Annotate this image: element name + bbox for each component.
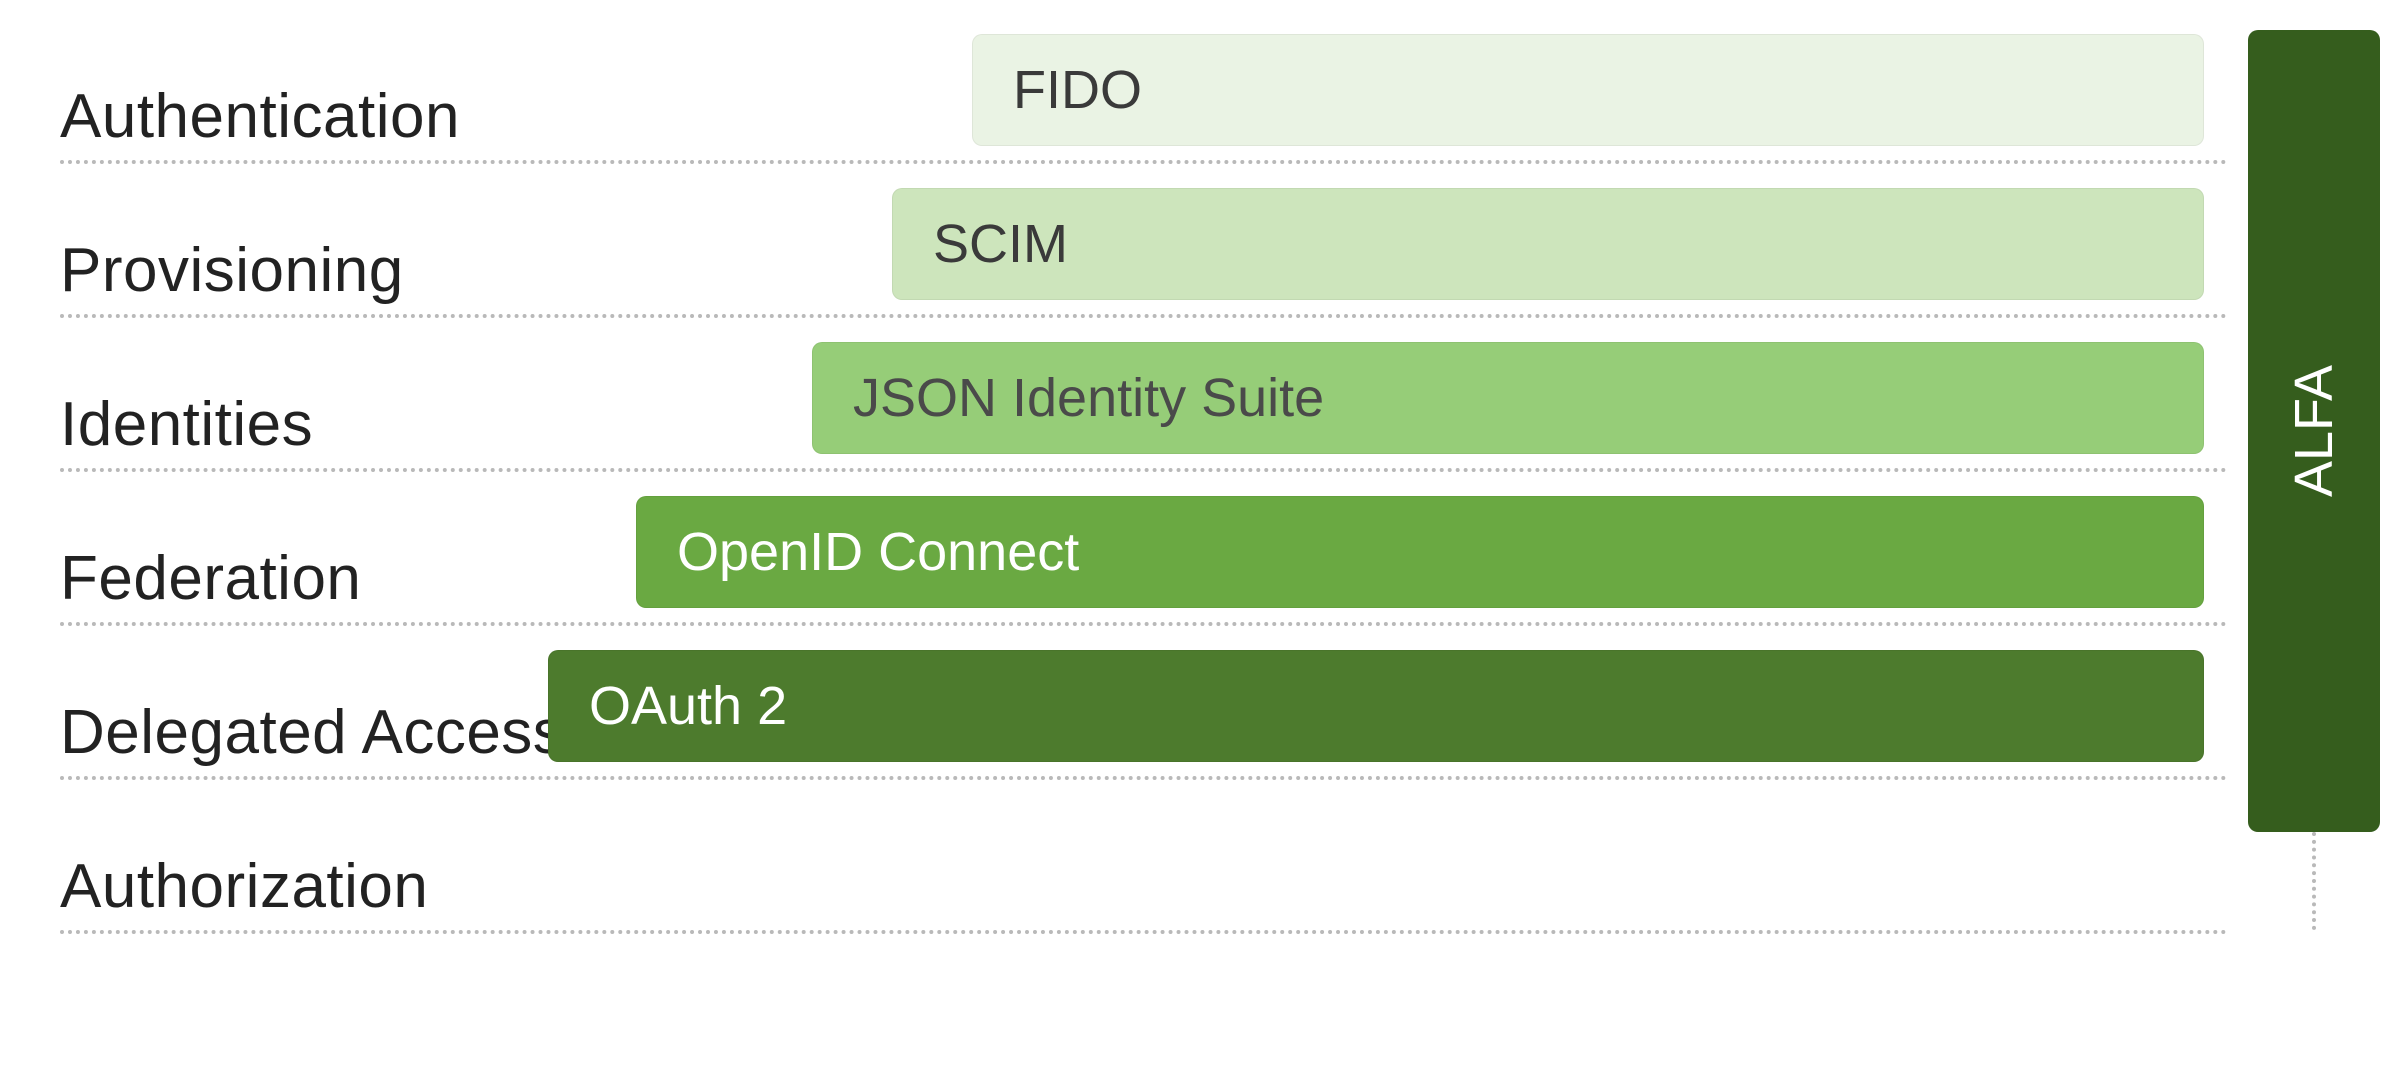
row-label: Identities xyxy=(60,389,313,460)
alfa-label: ALFA xyxy=(2283,365,2345,497)
alfa-connector xyxy=(2312,832,2316,930)
row-authentication: AuthenticationFIDO xyxy=(60,50,2228,164)
row-label: Delegated Access xyxy=(60,697,564,768)
tech-bar: JSON Identity Suite xyxy=(812,342,2204,454)
row-label: Authentication xyxy=(60,81,460,152)
row-label: Federation xyxy=(60,543,361,614)
row-label: Authorization xyxy=(60,851,428,922)
row-federation: FederationOpenID Connect xyxy=(60,512,2228,626)
row-provisioning: ProvisioningSCIM xyxy=(60,204,2228,318)
row-authorization: Authorization xyxy=(60,820,2228,934)
tech-bar: FIDO xyxy=(972,34,2204,146)
row-identities: IdentitiesJSON Identity Suite xyxy=(60,358,2228,472)
row-label: Provisioning xyxy=(60,235,404,306)
alfa-column: ALFA xyxy=(2248,30,2380,832)
tech-bar: OpenID Connect xyxy=(636,496,2204,608)
tech-bar: SCIM xyxy=(892,188,2204,300)
tech-bar: OAuth 2 xyxy=(548,650,2204,762)
row-delegated-access: Delegated AccessOAuth 2 xyxy=(60,666,2228,780)
